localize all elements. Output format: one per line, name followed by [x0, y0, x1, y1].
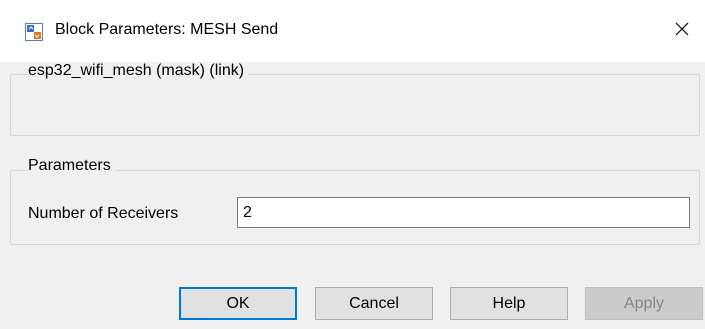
- ok-button[interactable]: OK: [179, 287, 297, 320]
- help-button[interactable]: Help: [450, 287, 568, 320]
- description-group: [10, 74, 700, 136]
- apply-button[interactable]: Apply: [585, 287, 703, 320]
- parameters-legend: Parameters: [28, 157, 115, 175]
- close-button[interactable]: [668, 17, 696, 45]
- close-icon: [674, 21, 690, 42]
- number-of-receivers-label: Number of Receivers: [28, 205, 179, 222]
- cancel-button[interactable]: Cancel: [315, 287, 433, 320]
- title-bar: Block Parameters: MESH Send: [0, 0, 705, 62]
- simulink-block-icon: [25, 23, 43, 41]
- window-title: Block Parameters: MESH Send: [55, 21, 279, 38]
- description-legend: esp32_wifi_mesh (mask) (link): [28, 62, 249, 80]
- number-of-receivers-input[interactable]: [237, 197, 690, 228]
